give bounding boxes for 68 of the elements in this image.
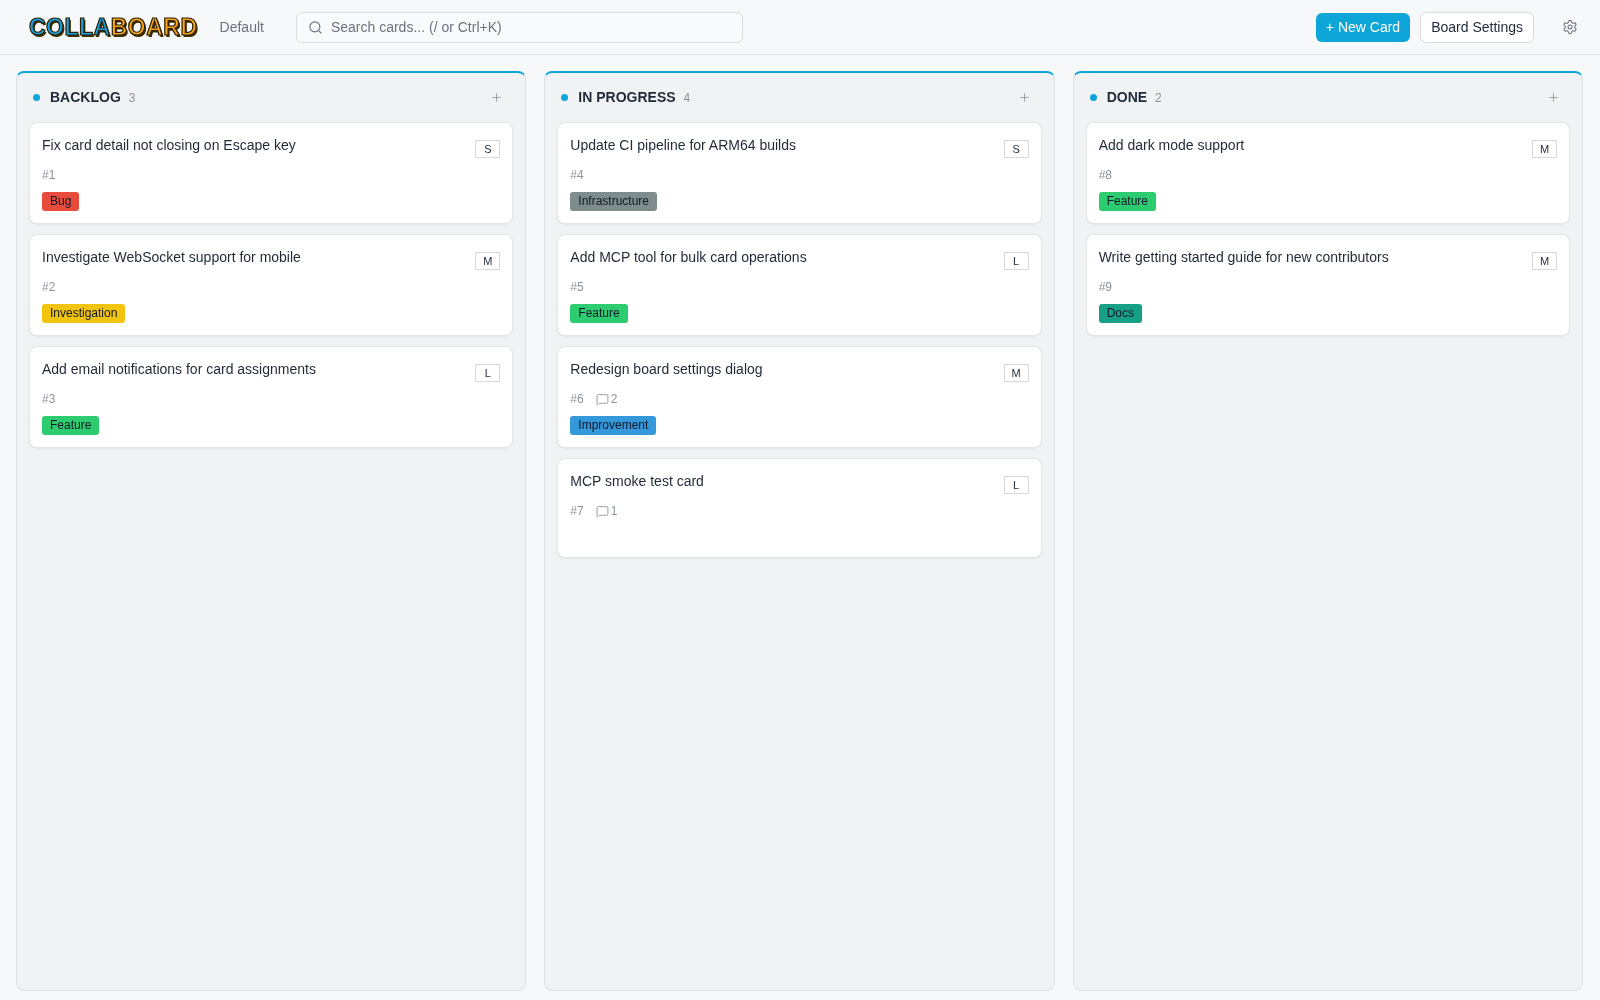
size-label: M xyxy=(1003,364,1029,382)
settings-icon xyxy=(1562,19,1578,35)
card-title: MCP smoke test card xyxy=(570,472,704,491)
card-title: Update CI pipeline for ARM64 builds xyxy=(570,136,796,155)
size-label: S xyxy=(475,140,501,158)
size-label: L xyxy=(1003,476,1029,494)
card-number: #5 xyxy=(570,279,584,295)
add-card-button[interactable] xyxy=(1017,90,1032,105)
size-label: L xyxy=(1003,252,1029,270)
kanban-card[interactable]: Investigate WebSocket support for mobile M #2 Investigation xyxy=(29,234,514,336)
kanban-card[interactable]: Add email notifications for card assignments L #3 Feature xyxy=(29,346,514,448)
kanban-card[interactable]: Update CI pipeline for ARM64 builds S #4 Infrastructure xyxy=(557,122,1042,224)
card-number: #7 xyxy=(570,503,584,519)
kanban-card[interactable]: Write getting started guide for new contributors M #9 Docs xyxy=(1085,234,1570,336)
card-number: #6 xyxy=(570,391,584,407)
size-label: M xyxy=(1532,140,1557,158)
add-card-button[interactable] xyxy=(489,90,504,105)
kanban-card[interactable]: MCP smoke test card L #7 1 xyxy=(557,458,1042,558)
card-number: #2 xyxy=(42,279,56,295)
card-tag: Bug xyxy=(42,192,80,211)
comment-icon xyxy=(595,504,609,518)
card-count: 4 xyxy=(683,89,691,107)
size-label: L xyxy=(475,364,501,382)
plus-icon xyxy=(1546,91,1560,104)
card-tag: Feature xyxy=(1098,192,1156,211)
card-title: Add email notifications for card assignments xyxy=(42,360,316,379)
card-number: #4 xyxy=(570,167,584,183)
kanban-card[interactable]: Add dark mode support M #8 Feature xyxy=(1085,122,1570,224)
comment-count: 2 xyxy=(610,391,618,407)
card-tag: Investigation xyxy=(42,304,126,323)
logo-wordmark: COLLA xyxy=(29,15,111,39)
card-count: 2 xyxy=(1155,89,1162,107)
card-title: Write getting started guide for new contributors xyxy=(1098,248,1389,267)
kanban-card[interactable]: Fix card detail not closing on Escape key S #1 Bug xyxy=(29,122,514,224)
logo-wordmark: BOARD xyxy=(110,15,198,39)
column-title: IN PROGRESS xyxy=(578,88,676,107)
kanban-card[interactable]: Add MCP tool for bulk card operations L #5 Feature xyxy=(557,234,1042,336)
card-tag: Feature xyxy=(570,304,628,323)
card-tag: Improvement xyxy=(570,416,657,435)
plus-icon xyxy=(1018,91,1032,104)
board-settings-button[interactable]: Board Settings xyxy=(1420,11,1534,43)
add-card-button[interactable] xyxy=(1546,90,1560,105)
board-name[interactable]: Default xyxy=(219,16,264,38)
kanban-card[interactable]: Redesign board settings dialog M #6 2 Improvement xyxy=(557,346,1042,448)
comment-icon xyxy=(595,392,609,406)
card-title: Fix card detail not closing on Escape key xyxy=(42,136,296,155)
card-number: #3 xyxy=(42,391,56,407)
card-title: Investigate WebSocket support for mobile xyxy=(42,248,301,267)
card-tag: Feature xyxy=(42,416,100,435)
card-title: Add dark mode support xyxy=(1098,136,1245,155)
card-number: #9 xyxy=(1098,279,1112,295)
settings-button[interactable] xyxy=(1560,17,1580,37)
column-title: DONE xyxy=(1106,88,1148,107)
comment-count: 1 xyxy=(610,503,618,519)
card-title: Redesign board settings dialog xyxy=(570,360,763,379)
plus-icon xyxy=(489,91,503,104)
card-title: Add MCP tool for bulk card operations xyxy=(570,248,807,267)
card-number: #8 xyxy=(1098,167,1112,183)
card-count: 3 xyxy=(128,89,136,107)
card-number: #1 xyxy=(42,167,56,183)
search-icon xyxy=(307,19,323,35)
size-label: M xyxy=(475,252,501,270)
search-field[interactable]: Search cards... (/ or Ctrl+K) xyxy=(295,11,743,43)
card-tag: Docs xyxy=(1098,304,1142,323)
column-title: BACKLOG xyxy=(50,88,121,107)
card-tag: Infrastructure xyxy=(570,192,658,211)
size-label: M xyxy=(1532,252,1557,270)
size-label: S xyxy=(1003,140,1029,158)
